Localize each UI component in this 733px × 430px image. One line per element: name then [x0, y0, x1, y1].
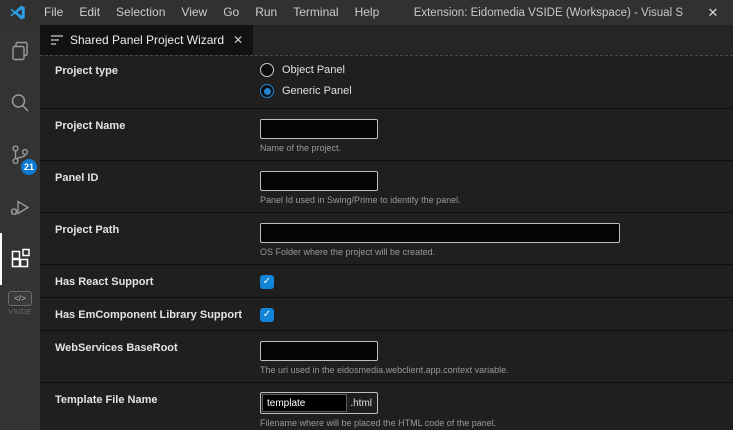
row-project-path: Project Path OS Folder where the project… — [40, 213, 733, 265]
has-emcomponent-library-support-label: Has EmComponent Library Support — [55, 309, 243, 321]
radio-generic-panel[interactable]: Generic Panel — [260, 84, 718, 98]
row-has-react-support: Has React Support ✓ — [40, 265, 733, 298]
panel-id-help: Panel Id used in Swing/Prime to identify… — [260, 194, 461, 205]
tab-title: Shared Panel Project Wizard — [70, 33, 225, 47]
template-file-name-help: Filename where will be placed the HTML c… — [260, 418, 497, 428]
project-name-label: Project Name — [55, 120, 126, 132]
project-path-input[interactable] — [260, 222, 620, 243]
project-type-label: Project type — [55, 65, 118, 77]
menu-view[interactable]: View — [173, 0, 215, 25]
window-close-icon[interactable]: ✕ — [693, 0, 733, 25]
activity-bar: 21 </> VSIDE — [0, 25, 40, 430]
radio-object-panel-circle[interactable] — [260, 63, 274, 77]
template-file-name-input[interactable] — [262, 394, 348, 412]
row-project-type: Project type Object Panel Generic Panel — [40, 56, 733, 109]
row-panel-id: Panel ID Panel Id used in Swing/Prime to… — [40, 161, 733, 213]
extensions-icon[interactable] — [0, 233, 40, 285]
vside-extension-icon[interactable]: </> VSIDE — [8, 291, 32, 316]
has-react-support-checkbox[interactable]: ✓ — [260, 275, 274, 289]
project-path-label: Project Path — [55, 224, 120, 236]
tab-strip: Shared Panel Project Wizard ✕ — [40, 25, 733, 55]
template-file-name-field: .html — [260, 392, 378, 414]
menu-go[interactable]: Go — [215, 0, 247, 25]
webservices-baseroot-input[interactable] — [260, 340, 378, 361]
explorer-icon[interactable] — [0, 25, 40, 77]
project-name-input[interactable] — [260, 118, 378, 139]
radio-generic-panel-label: Generic Panel — [282, 85, 352, 97]
project-path-help: OS Folder where the project will be crea… — [260, 246, 436, 257]
menu-file[interactable]: File — [36, 0, 71, 25]
project-name-help: Name of the project. — [260, 142, 342, 153]
panel-id-input[interactable] — [260, 170, 378, 191]
menu-terminal[interactable]: Terminal — [285, 0, 346, 25]
radio-object-panel-label: Object Panel — [282, 64, 345, 76]
title-bar: File Edit Selection View Go Run Terminal… — [0, 0, 733, 25]
menu-help[interactable]: Help — [347, 0, 388, 25]
vside-label: VSIDE — [8, 309, 32, 316]
tab-close-icon[interactable]: ✕ — [233, 33, 243, 47]
run-debug-icon[interactable] — [0, 181, 40, 233]
has-emcomponent-library-support-checkbox[interactable]: ✓ — [260, 308, 274, 322]
vscode-logo-icon — [10, 5, 25, 20]
template-file-name-suffix: .html — [350, 397, 372, 409]
search-icon[interactable] — [0, 77, 40, 129]
menu-edit[interactable]: Edit — [71, 0, 108, 25]
radio-object-panel[interactable]: Object Panel — [260, 63, 718, 77]
radio-generic-panel-circle[interactable] — [260, 84, 274, 98]
has-react-support-label: Has React Support — [55, 276, 154, 288]
menu-selection[interactable]: Selection — [108, 0, 173, 25]
wizard-form: Project type Object Panel Generic Panel … — [40, 55, 733, 430]
row-template-file-name: Template File Name .html Filename where … — [40, 383, 733, 428]
webview-preview-icon — [51, 35, 63, 45]
menu-run[interactable]: Run — [247, 0, 285, 25]
row-has-emcomponent-library-support: Has EmComponent Library Support ✓ — [40, 298, 733, 331]
webservices-baseroot-help: The uri used in the eidosmedia.webclient… — [260, 364, 509, 375]
template-file-name-label: Template File Name — [55, 394, 158, 406]
row-webservices-baseroot: WebServices BaseRoot The uri used in the… — [40, 331, 733, 383]
tab-shared-panel-project-wizard[interactable]: Shared Panel Project Wizard ✕ — [40, 25, 254, 55]
webservices-baseroot-label: WebServices BaseRoot — [55, 342, 178, 354]
row-project-name: Project Name Name of the project. — [40, 109, 733, 161]
window-title: Extension: Eidomedia VSIDE (Workspace) -… — [413, 6, 683, 19]
panel-id-label: Panel ID — [55, 172, 99, 184]
vside-glyph: </> — [8, 291, 32, 306]
source-control-icon[interactable]: 21 — [0, 129, 40, 181]
source-control-badge: 21 — [20, 159, 37, 175]
